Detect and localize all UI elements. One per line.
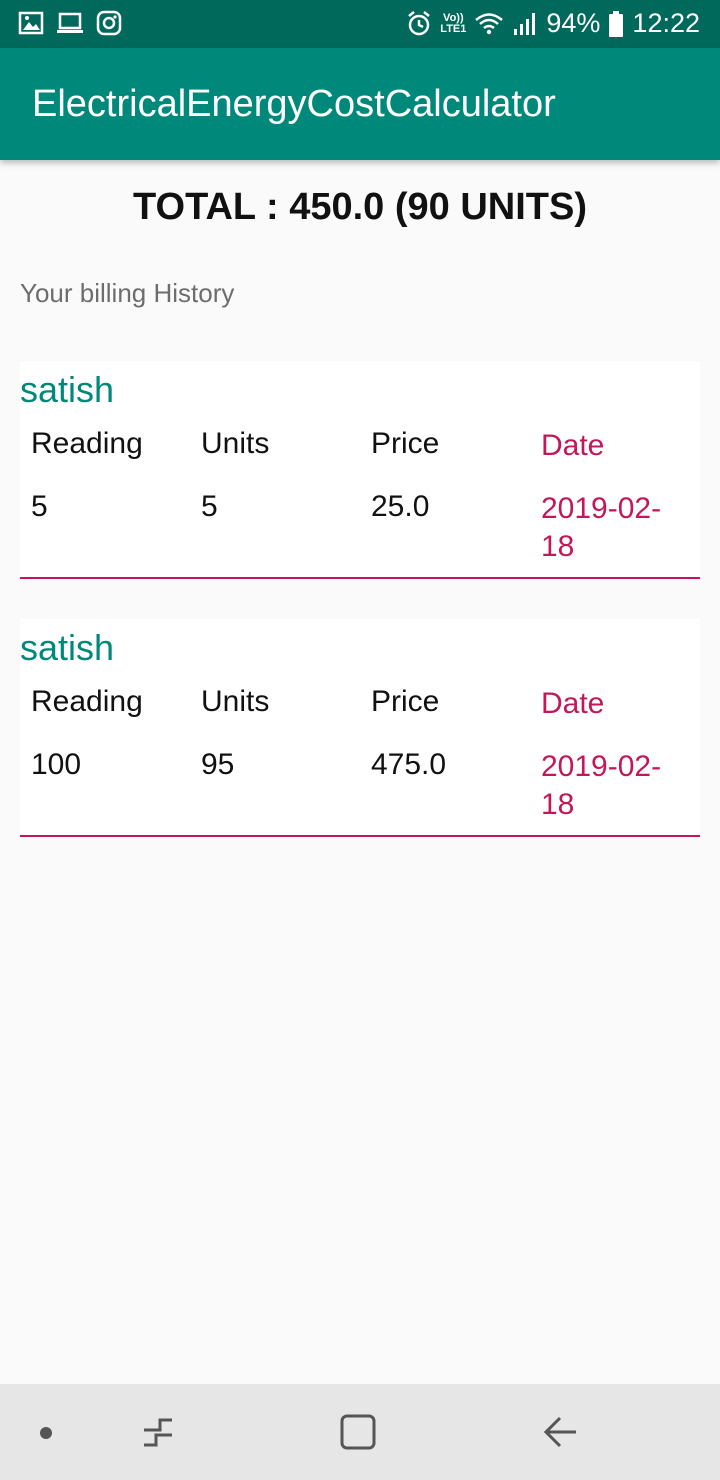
battery-icon <box>608 10 624 38</box>
wifi-icon <box>474 11 504 37</box>
price-value: 475.0 <box>371 748 447 781</box>
date-header: Date <box>541 429 605 462</box>
navigation-bar <box>0 1384 720 1480</box>
reading-header: Reading <box>31 685 143 718</box>
units-header: Units <box>201 685 270 718</box>
back-icon[interactable] <box>540 1412 580 1457</box>
billing-history-label: Your billing History <box>20 278 235 308</box>
home-icon[interactable] <box>338 1412 378 1457</box>
reading-value: 100 <box>31 748 82 781</box>
reading-header: Reading <box>31 427 143 460</box>
billing-record-card[interactable]: satish Reading Units Price Date 5 5 25.0… <box>20 361 700 579</box>
price-value: 25.0 <box>371 490 430 523</box>
clock: 12:22 <box>632 8 700 38</box>
battery-percent: 94% <box>546 8 601 38</box>
units-value: 95 <box>201 748 235 781</box>
date-header: Date <box>541 687 605 720</box>
gallery-icon <box>18 10 44 36</box>
date-value: 2019-02-18 <box>541 750 662 821</box>
customer-name: satish <box>20 369 115 410</box>
status-bar: Vo)) LTE1 94% 12:22 <box>0 0 720 48</box>
signal-icon <box>512 11 538 37</box>
recent-apps-icon[interactable] <box>138 1412 178 1457</box>
total-summary: TOTAL : 450.0 (90 UNITS) <box>133 186 587 228</box>
billing-record-card[interactable]: satish Reading Units Price Date 100 95 4… <box>20 619 700 837</box>
dot-icon[interactable] <box>36 1412 56 1457</box>
app-title: ElectricalEnergyCostCalculator <box>32 83 556 125</box>
app-bar: ElectricalEnergyCostCalculator <box>0 48 720 160</box>
units-value: 5 <box>201 490 218 523</box>
price-header: Price <box>371 427 440 460</box>
instagram-icon <box>96 10 122 36</box>
laptop-icon <box>56 10 84 36</box>
reading-value: 5 <box>31 490 48 523</box>
network-type: Vo)) LTE1 <box>440 11 467 35</box>
price-header: Price <box>371 685 440 718</box>
date-value: 2019-02-18 <box>541 492 662 563</box>
customer-name: satish <box>20 627 115 668</box>
alarm-icon <box>406 10 432 38</box>
units-header: Units <box>201 427 270 460</box>
